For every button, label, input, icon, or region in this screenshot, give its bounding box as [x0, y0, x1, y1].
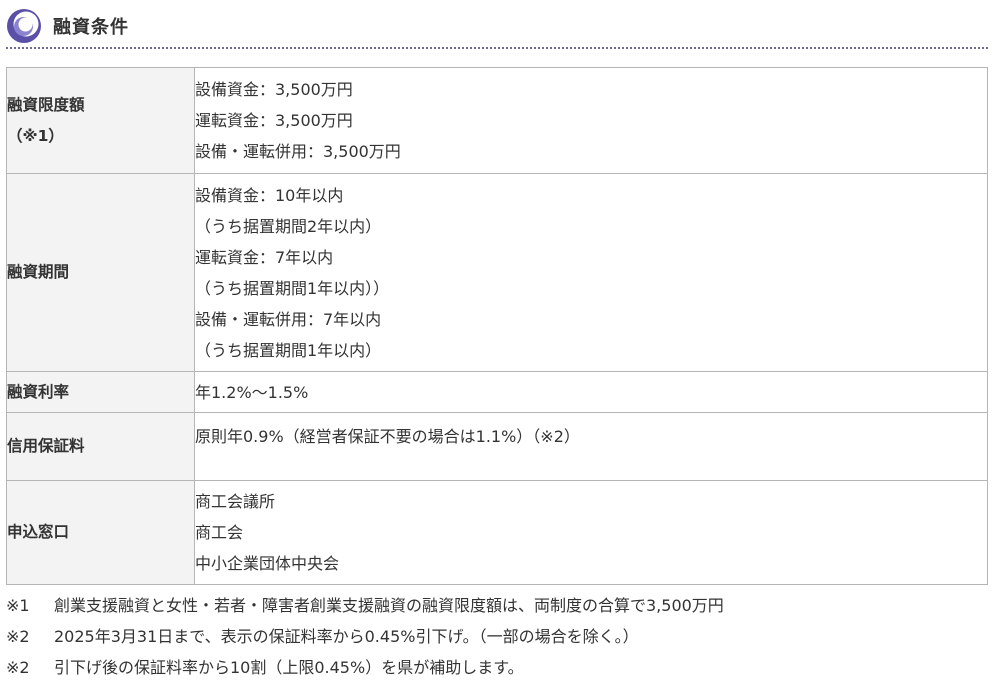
- footnotes: ※1 創業支援融資と女性・若者・障害者創業支援融資の融資限度額は、両制度の合算で…: [6, 590, 988, 683]
- row-label-line: 融資利率: [7, 382, 70, 401]
- row-value-line: 設備資金：10年以内: [195, 185, 344, 205]
- row-label-line: 申込窓口: [7, 523, 70, 541]
- row-value-line: 商工会議所: [195, 492, 276, 511]
- row-value-line: 商工会: [195, 523, 244, 542]
- row-value-line: 原則年0.9%（経営者保証不要の場合は1.1%）（※2）: [195, 427, 580, 446]
- table-row-application-window: 申込窓口 商工会議所 商工会 中小企業団体中央会: [6, 480, 988, 585]
- footnote-text: 創業支援融資と女性・若者・障害者創業支援融資の融資限度額は、両制度の合算で3,5…: [54, 596, 724, 615]
- footnote-mark: ※2: [6, 627, 30, 646]
- row-value-guarantee-fee: 原則年0.9%（経営者保証不要の場合は1.1%）（※2）: [194, 412, 988, 481]
- row-value-line: 中小企業団体中央会: [195, 554, 340, 573]
- row-label-loan-limit: 融資限度額 （※1）: [6, 67, 195, 174]
- row-value-line: 設備資金：3,500万円: [195, 80, 353, 99]
- row-value-line: （うち据置期間1年以内）: [195, 340, 382, 360]
- row-label-guarantee-fee: 信用保証料: [6, 412, 195, 481]
- footnote: ※1 創業支援融資と女性・若者・障害者創業支援融資の融資限度額は、両制度の合算で…: [6, 590, 988, 621]
- row-label-loan-period: 融資期間: [6, 173, 195, 372]
- section-title: 融資条件: [53, 17, 129, 38]
- heading-divider: [6, 47, 988, 49]
- row-value-line: 設備・運転併用：7年以内: [195, 309, 382, 329]
- row-value-line: 運転資金：3,500万円: [195, 111, 353, 130]
- row-value-loan-limit: 設備資金：3,500万円 運転資金：3,500万円 設備・運転併用：3,500万…: [194, 67, 988, 174]
- table-row-guarantee-fee: 信用保証料 原則年0.9%（経営者保証不要の場合は1.1%）（※2）: [6, 412, 988, 481]
- row-value-loan-period: 設備資金：10年以内 （うち据置期間2年以内） 運転資金：7年以内 （うち据置期…: [194, 173, 988, 372]
- row-label-line: 融資限度額: [7, 95, 85, 114]
- row-label-application-window: 申込窓口: [6, 480, 195, 585]
- row-value-line: 年1.2%～1.5%: [195, 382, 309, 402]
- loan-conditions-table: 融資限度額 （※1） 設備資金：3,500万円 運転資金：3,500万円 設備・…: [6, 67, 988, 585]
- row-value-line: 運転資金：7年以内: [195, 247, 334, 267]
- row-value-line: （うち据置期間2年以内）: [195, 216, 382, 236]
- footnote-mark: ※1: [6, 596, 30, 615]
- footnote: ※2 2025年3月31日まで、表示の保証料率から0.45%引下げ。（一部の場合…: [6, 621, 988, 652]
- table-row-loan-limit: 融資限度額 （※1） 設備資金：3,500万円 運転資金：3,500万円 設備・…: [6, 67, 988, 174]
- footnote-text: 2025年3月31日まで、表示の保証料率から0.45%引下げ。（一部の場合を除く…: [54, 627, 639, 646]
- row-label-line: 信用保証料: [7, 437, 85, 455]
- row-label-line: 融資期間: [7, 263, 70, 281]
- footnote-text: 引下げ後の保証料率から10割（上限0.45%）を県が補助します。: [54, 658, 524, 677]
- row-value-line: 設備・運転併用：3,500万円: [195, 142, 401, 161]
- table-row-loan-period: 融資期間 設備資金：10年以内 （うち据置期間2年以内） 運転資金：7年以内 （…: [6, 173, 988, 372]
- row-value-line: （うち据置期間1年以内））: [195, 278, 390, 298]
- swirl-icon: [7, 9, 41, 43]
- footnote: ※2 引下げ後の保証料率から10割（上限0.45%）を県が補助します。: [6, 652, 988, 683]
- section-heading: 融資条件: [6, 6, 988, 46]
- row-label-line: （※1）: [7, 126, 64, 145]
- table-row-interest-rate: 融資利率 年1.2%～1.5%: [6, 371, 988, 413]
- row-value-application-window: 商工会議所 商工会 中小企業団体中央会: [194, 480, 988, 585]
- row-value-interest-rate: 年1.2%～1.5%: [194, 371, 988, 413]
- footnote-mark: ※2: [6, 658, 30, 677]
- row-label-interest-rate: 融資利率: [6, 371, 195, 413]
